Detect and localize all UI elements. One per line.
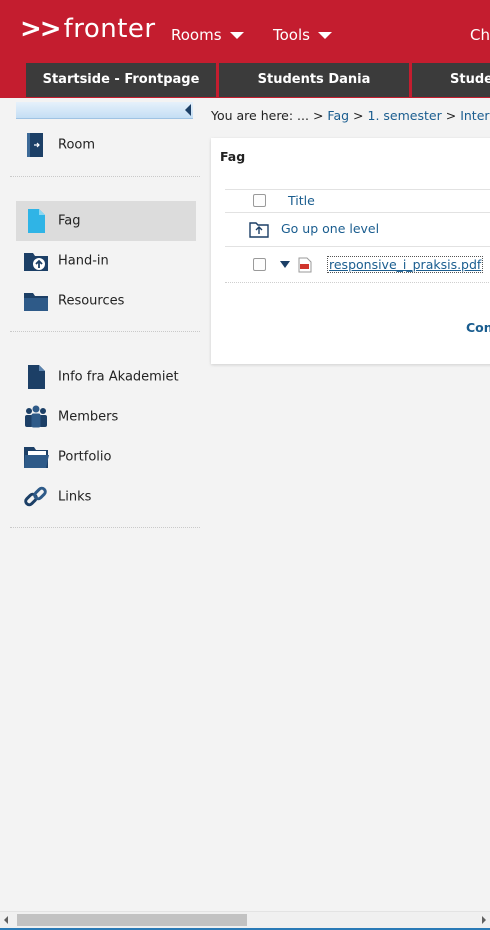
sidebar-divider — [10, 176, 200, 177]
sidebar-item-portfolio[interactable]: Portfolio — [16, 437, 196, 477]
folder-icon — [24, 293, 48, 311]
column-header-title[interactable]: Title — [288, 193, 315, 208]
breadcrumb: You are here: ... > Fag > 1. semester > … — [211, 108, 490, 123]
rooms-menu-label: Rooms — [171, 26, 222, 44]
sidebar-item-label: Fag — [58, 213, 81, 229]
tab-bar: Startside - Frontpage Students Dania Stu… — [0, 62, 490, 98]
sidebar-item-links[interactable]: Links — [16, 477, 196, 517]
scroll-left-icon[interactable] — [4, 916, 8, 924]
third-menu-label: Ch — [470, 26, 490, 44]
breadcrumb-separator: > — [353, 108, 364, 123]
members-icon — [25, 405, 47, 428]
document-icon — [28, 365, 45, 389]
tools-menu[interactable]: Tools — [273, 26, 332, 44]
sidebar-item-members[interactable]: Members — [16, 397, 196, 437]
sidebar-item-label: Links — [58, 489, 92, 505]
tab-startside[interactable]: Startside - Frontpage — [26, 63, 216, 97]
table-row-border — [225, 246, 490, 247]
page-title: Fag — [220, 149, 246, 164]
caret-down-icon[interactable] — [280, 261, 290, 268]
third-menu[interactable]: Ch — [470, 26, 490, 44]
row-checkbox[interactable] — [253, 258, 266, 271]
tab-students-dania[interactable]: Students Dania — [219, 63, 409, 97]
scrollbar-thumb[interactable] — [17, 914, 247, 926]
sidebar-item-room[interactable]: Room — [16, 125, 196, 165]
collapse-left-icon — [185, 104, 191, 116]
portfolio-icon — [24, 447, 49, 468]
sidebar-item-hand-in[interactable]: Hand-in — [16, 241, 196, 281]
table-header-border — [225, 212, 490, 213]
door-icon — [27, 133, 43, 157]
pdf-file-icon — [298, 257, 312, 273]
chevron-down-icon — [229, 32, 244, 39]
continue-button[interactable]: Con — [466, 320, 490, 335]
scroll-right-icon[interactable] — [482, 916, 486, 924]
upload-folder-icon — [24, 253, 48, 271]
sidebar-item-label: Resources — [58, 293, 125, 309]
tab-students-partial[interactable]: Studen — [412, 63, 490, 97]
content-panel: Fag Title Go up one level responsive_i_p… — [211, 138, 490, 364]
tools-menu-label: Tools — [273, 26, 310, 44]
folder-up-icon[interactable] — [249, 220, 269, 238]
chevron-down-icon — [317, 32, 332, 39]
sidebar-divider — [10, 527, 200, 528]
horizontal-scrollbar[interactable] — [0, 911, 490, 929]
sidebar-item-label: Hand-in — [58, 253, 109, 269]
logo-text: fronter — [63, 14, 156, 44]
chain-link-icon — [24, 486, 47, 507]
sidebar-item-label: Room — [58, 137, 96, 153]
breadcrumb-item[interactable]: 1. semester — [368, 108, 442, 123]
sidebar-collapse-bar[interactable] — [16, 102, 193, 119]
sidebar-item-fag[interactable]: Fag — [16, 201, 196, 241]
go-up-one-level-link[interactable]: Go up one level — [281, 221, 379, 236]
table-header-border — [225, 189, 490, 190]
sidebar-divider — [10, 331, 200, 332]
file-link[interactable]: responsive_i_praksis.pdf — [327, 256, 484, 273]
top-bar: >> fronter Rooms Tools Ch — [0, 0, 490, 62]
document-icon — [28, 209, 45, 233]
breadcrumb-prefix: You are here: ... > — [211, 108, 324, 123]
sidebar-item-resources[interactable]: Resources — [16, 281, 196, 321]
sidebar-item-label: Members — [58, 409, 119, 425]
select-all-checkbox[interactable] — [253, 194, 266, 207]
sidebar-item-label: Info fra Akademiet — [58, 369, 179, 385]
sidebar-item-label: Portfolio — [58, 449, 112, 465]
sidebar-item-info-fra-akademiet[interactable]: Info fra Akademiet — [16, 357, 196, 397]
rooms-menu[interactable]: Rooms — [171, 26, 244, 44]
fronter-logo[interactable]: >> fronter — [20, 14, 156, 44]
breadcrumb-separator: > — [445, 108, 457, 123]
logo-arrows: >> — [20, 14, 62, 44]
breadcrumb-item[interactable]: Fag — [327, 108, 349, 123]
table-row-border — [225, 282, 490, 283]
breadcrumb-item[interactable]: Intera — [460, 108, 490, 123]
